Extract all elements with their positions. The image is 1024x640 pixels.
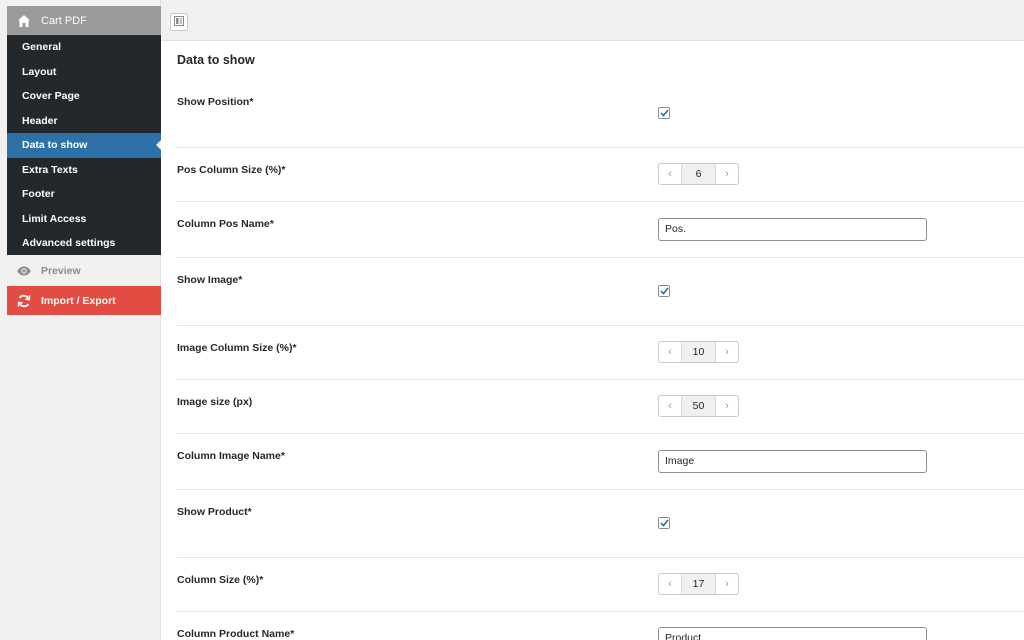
field-label: Show Position* [177,96,254,108]
chevron-right-icon: › [725,168,729,180]
sidebar-toggle-button[interactable] [170,13,188,31]
decrement-button[interactable]: ‹ [659,396,681,416]
sidebar-item-limit-access[interactable]: Limit Access [7,207,161,232]
increment-button[interactable]: › [716,574,738,594]
checkmark-icon [659,104,669,122]
field-row-image-size: Image size (px) ‹ 50 › [177,380,1024,434]
sidebar-item-cover-page[interactable]: Cover Page [7,84,161,109]
sidebar: Cart PDF General Layout Cover Page Heade… [0,0,161,640]
sidebar-item-label: Limit Access [22,212,87,225]
show-image-checkbox[interactable] [658,285,670,297]
column-product-name-input[interactable]: Product [658,627,927,640]
field-label: Show Image* [177,274,243,286]
preview-link[interactable]: Preview [7,257,161,284]
sidebar-item-label: Extra Texts [22,163,78,176]
sidebar-item-label: Data to show [22,139,88,152]
panel-toggle-icon [174,13,184,31]
increment-button[interactable]: › [716,396,738,416]
field-row-show-image: Show Image* [177,258,1024,326]
stepper-value[interactable]: 17 [681,574,716,594]
sidebar-header[interactable]: Cart PDF [7,6,161,35]
sidebar-item-advanced-settings[interactable]: Advanced settings [7,231,161,256]
field-label: Column Size (%)* [177,574,264,586]
pos-column-size-stepper[interactable]: ‹ 6 › [658,163,739,185]
field-label: Show Product* [177,506,252,518]
sidebar-item-extra-texts[interactable]: Extra Texts [7,158,161,183]
top-toolbar [161,6,1024,41]
sidebar-item-label: Layout [22,65,57,78]
field-row-show-product: Show Product* [177,490,1024,558]
sidebar-item-footer[interactable]: Footer [7,182,161,207]
import-export-button[interactable]: Import / Export [7,286,161,315]
decrement-button[interactable]: ‹ [659,342,681,362]
stepper-value[interactable]: 10 [681,342,716,362]
chevron-right-icon: › [725,400,729,412]
image-size-stepper[interactable]: ‹ 50 › [658,395,739,417]
column-image-name-input[interactable]: Image [658,450,927,473]
section-title: Data to show [177,53,255,67]
sidebar-item-label: Footer [22,188,55,201]
home-icon [17,14,31,28]
sync-icon [17,294,31,308]
increment-button[interactable]: › [716,164,738,184]
field-row-column-pos-name: Column Pos Name* Pos. [177,202,1024,258]
sidebar-item-label: Header [22,114,58,127]
chevron-left-icon: ‹ [668,400,672,412]
stepper-value[interactable]: 6 [681,164,716,184]
checkmark-icon [659,514,669,532]
app-title: Cart PDF [41,14,87,27]
sidebar-item-label: General [22,41,62,54]
checkmark-icon [659,282,669,300]
field-label: Column Pos Name* [177,218,274,230]
field-row-column-image-name: Column Image Name* Image [177,434,1024,490]
sidebar-menu: General Layout Cover Page Header Data to… [7,35,161,255]
stepper-value[interactable]: 50 [681,396,716,416]
field-label: Column Product Name* [177,628,295,640]
image-column-size-stepper[interactable]: ‹ 10 › [658,341,739,363]
column-size-stepper[interactable]: ‹ 17 › [658,573,739,595]
field-row-pos-column-size: Pos Column Size (%)* ‹ 6 › [177,148,1024,202]
field-row-column-size: Column Size (%)* ‹ 17 › [177,558,1024,612]
import-export-label: Import / Export [41,294,116,307]
sidebar-item-layout[interactable]: Layout [7,60,161,85]
increment-button[interactable]: › [716,342,738,362]
field-row-column-product-name: Column Product Name* Product [177,612,1024,640]
chevron-left-icon: ‹ [668,578,672,590]
sidebar-item-label: Advanced settings [22,237,116,250]
field-label: Pos Column Size (%)* [177,164,286,176]
eye-icon [17,266,31,276]
sidebar-item-label: Cover Page [22,90,80,103]
preview-label: Preview [41,264,81,277]
column-pos-name-input[interactable]: Pos. [658,218,927,241]
field-label: Image size (px) [177,396,253,408]
chevron-left-icon: ‹ [668,346,672,358]
field-label: Column Image Name* [177,450,285,462]
sidebar-item-header[interactable]: Header [7,109,161,134]
field-row-show-position: Show Position* [177,86,1024,148]
field-row-image-column-size: Image Column Size (%)* ‹ 10 › [177,326,1024,380]
decrement-button[interactable]: ‹ [659,574,681,594]
settings-panel: Data to show Show Position* Pos Column S… [161,41,1024,640]
chevron-right-icon: › [725,578,729,590]
field-label: Image Column Size (%)* [177,342,297,354]
sidebar-item-data-to-show[interactable]: Data to show [7,133,161,158]
chevron-right-icon: › [725,346,729,358]
sidebar-item-general[interactable]: General [7,35,161,60]
decrement-button[interactable]: ‹ [659,164,681,184]
show-position-checkbox[interactable] [658,107,670,119]
show-product-checkbox[interactable] [658,517,670,529]
chevron-left-icon: ‹ [668,168,672,180]
